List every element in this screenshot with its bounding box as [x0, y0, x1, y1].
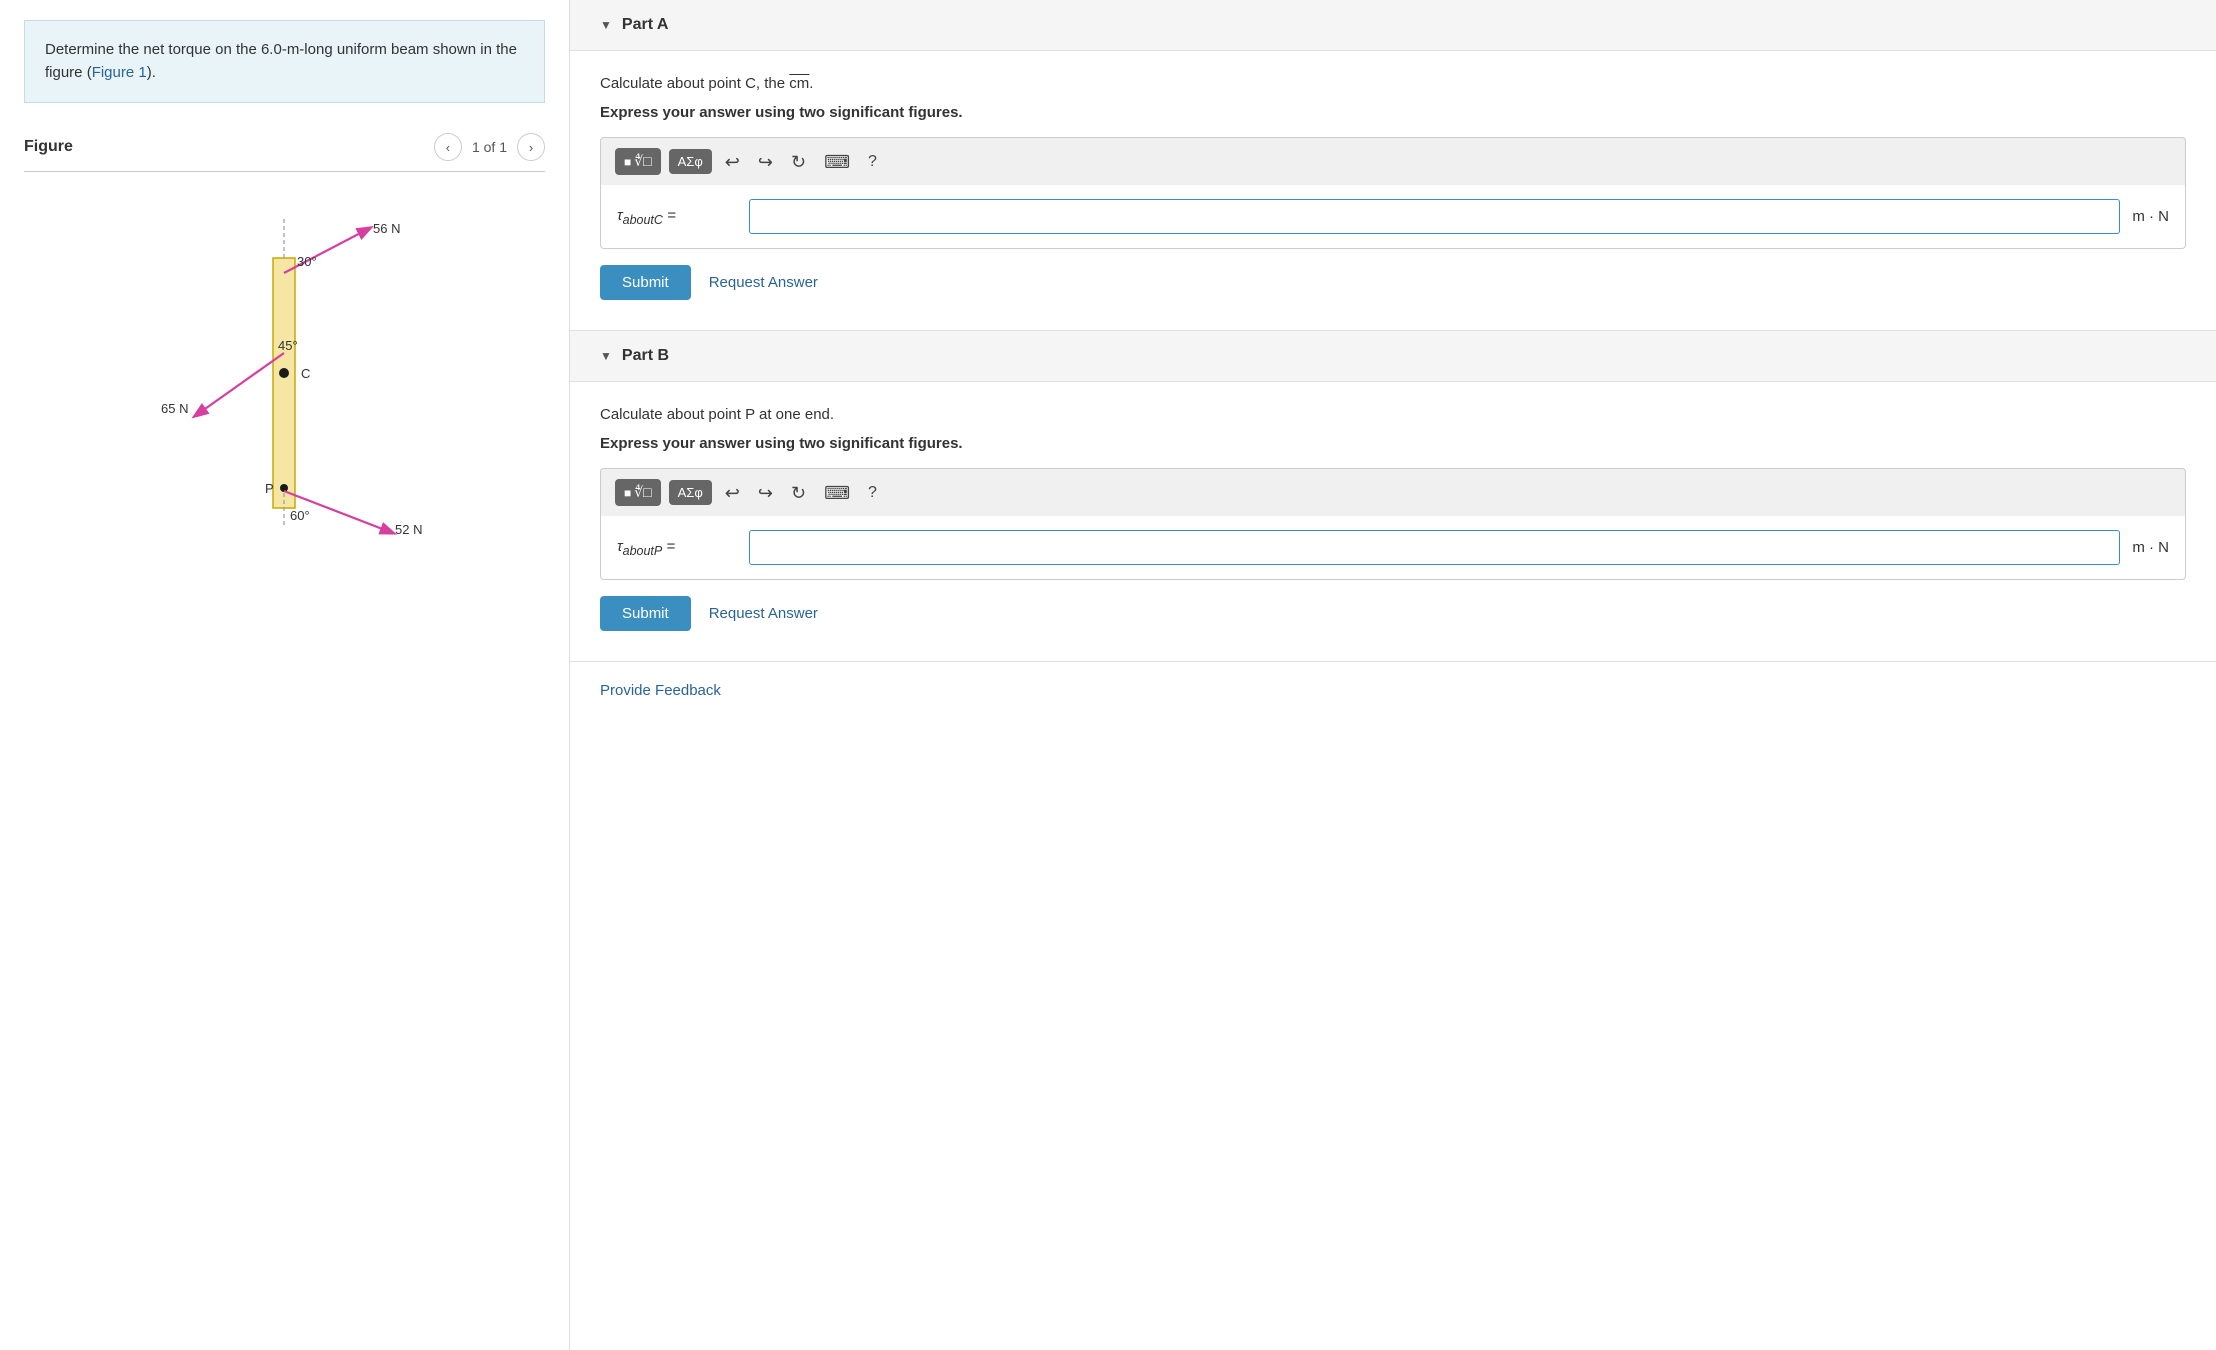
svg-text:30°: 30° [297, 254, 317, 269]
figure-header: Figure ‹ 1 of 1 › [24, 133, 545, 172]
part-a-input-area: τaboutC = m · N [600, 185, 2186, 249]
provide-feedback-link[interactable]: Provide Feedback [570, 662, 2216, 719]
greek-button-a[interactable]: ΑΣφ [669, 149, 712, 174]
problem-box: Determine the net torque on the 6.0-m-lo… [24, 20, 545, 103]
keyboard-button-a[interactable]: ⌨ [819, 150, 855, 174]
page-indicator: 1 of 1 [472, 139, 507, 155]
sqrt-icon-a: ∜□ [634, 153, 651, 170]
figure-nav: ‹ 1 of 1 › [434, 133, 545, 161]
svg-text:60°: 60° [290, 508, 310, 523]
part-a-instruction: Calculate about point C, the cm. [600, 75, 2186, 92]
part-b-formula-label: τaboutP = [617, 538, 737, 558]
svg-text:65 N: 65 N [161, 401, 188, 416]
part-a-request-answer-link[interactable]: Request Answer [709, 274, 818, 291]
svg-text:45°: 45° [278, 338, 298, 353]
part-a-title: Part A [622, 16, 669, 34]
part-a-content: Calculate about point C, the cm. Express… [570, 51, 2216, 330]
svg-text:C: C [301, 366, 310, 381]
figure-section: Figure ‹ 1 of 1 › 30° [24, 133, 545, 562]
refresh-button-a[interactable]: ↻ [786, 150, 811, 174]
part-b-input-area: τaboutP = m · N [600, 516, 2186, 580]
refresh-button-b[interactable]: ↻ [786, 481, 811, 505]
left-panel: Determine the net torque on the 6.0-m-lo… [0, 0, 570, 1350]
part-b-title: Part B [622, 347, 669, 365]
sqrt-icon-b: ∜□ [634, 484, 651, 501]
undo-button-a[interactable]: ↩ [720, 150, 745, 174]
figure-canvas: 30° 56 N C 45° 65 N P [24, 188, 545, 562]
part-a-express: Express your answer using two significan… [600, 104, 2186, 121]
part-a-actions: Submit Request Answer [600, 265, 2186, 300]
help-button-a[interactable]: ? [863, 151, 882, 173]
part-a-input[interactable] [749, 199, 2120, 234]
part-b-header: ▼ Part B [570, 331, 2216, 382]
part-a-header: ▼ Part A [570, 0, 2216, 51]
keyboard-button-b[interactable]: ⌨ [819, 481, 855, 505]
part-b-content: Calculate about point P at one end. Expr… [570, 382, 2216, 661]
matrix-icon-a: ■ [624, 155, 631, 169]
redo-button-a[interactable]: ↪ [753, 150, 778, 174]
right-panel: ▼ Part A Calculate about point C, the cm… [570, 0, 2216, 1350]
beam-diagram: 30° 56 N C 45° 65 N P [125, 198, 445, 542]
greek-label-b: ΑΣφ [678, 485, 703, 500]
matrix-sqrt-button-a[interactable]: ■ ∜□ [615, 148, 661, 175]
matrix-icon-b: ■ [624, 486, 631, 500]
part-b-instruction: Calculate about point P at one end. [600, 406, 2186, 423]
greek-button-b[interactable]: ΑΣφ [669, 480, 712, 505]
figure-link[interactable]: Figure 1 [92, 64, 147, 81]
part-b-toolbar: ■ ∜□ ΑΣφ ↩ ↪ ↻ ⌨ ? [600, 468, 2186, 516]
part-a-formula-label: τaboutC = [617, 207, 737, 227]
figure-prev-button[interactable]: ‹ [434, 133, 462, 161]
help-button-b[interactable]: ? [863, 482, 882, 504]
matrix-sqrt-button-b[interactable]: ■ ∜□ [615, 479, 661, 506]
part-b-math-box: ■ ∜□ ΑΣφ ↩ ↪ ↻ ⌨ ? τaboutP = [600, 468, 2186, 580]
part-a-math-box: ■ ∜□ ΑΣφ ↩ ↪ ↻ ⌨ ? τaboutC = [600, 137, 2186, 249]
part-a-section: ▼ Part A Calculate about point C, the cm… [570, 0, 2216, 331]
svg-text:P: P [265, 481, 274, 496]
part-b-chevron-icon: ▼ [600, 349, 612, 363]
problem-text-end: ). [147, 64, 156, 81]
part-b-actions: Submit Request Answer [600, 596, 2186, 631]
part-a-unit: m · N [2132, 208, 2169, 225]
part-a-submit-button[interactable]: Submit [600, 265, 691, 300]
part-a-toolbar: ■ ∜□ ΑΣφ ↩ ↪ ↻ ⌨ ? [600, 137, 2186, 185]
undo-button-b[interactable]: ↩ [720, 481, 745, 505]
part-b-unit: m · N [2132, 539, 2169, 556]
figure-next-button[interactable]: › [517, 133, 545, 161]
greek-label-a: ΑΣφ [678, 154, 703, 169]
part-b-input[interactable] [749, 530, 2120, 565]
part-a-chevron-icon: ▼ [600, 18, 612, 32]
svg-text:52 N: 52 N [395, 522, 422, 537]
part-b-request-answer-link[interactable]: Request Answer [709, 605, 818, 622]
svg-text:56 N: 56 N [373, 221, 400, 236]
figure-title: Figure [24, 138, 73, 156]
redo-button-b[interactable]: ↪ [753, 481, 778, 505]
part-b-section: ▼ Part B Calculate about point P at one … [570, 331, 2216, 662]
part-b-submit-button[interactable]: Submit [600, 596, 691, 631]
part-b-express: Express your answer using two significan… [600, 435, 2186, 452]
